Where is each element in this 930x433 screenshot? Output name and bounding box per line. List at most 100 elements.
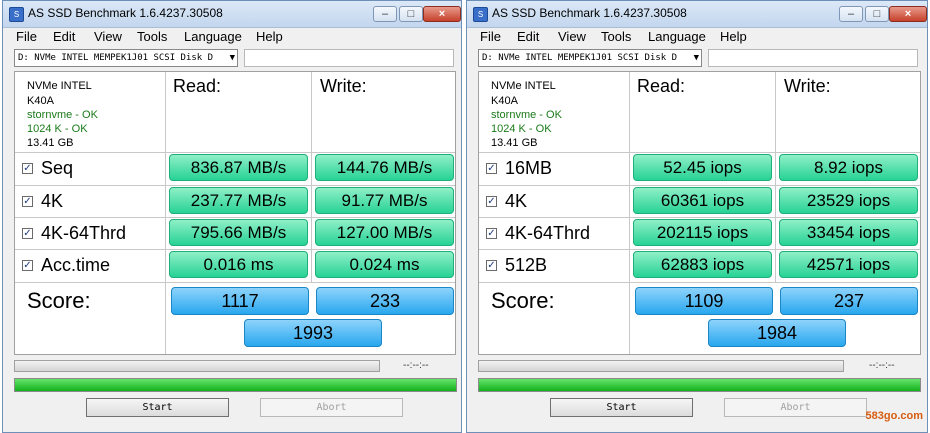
menu-view[interactable]: View	[558, 29, 586, 44]
write-header: Write:	[320, 76, 367, 96]
write-result-16mb: 8.92 iops	[779, 154, 918, 181]
checkmark-icon[interactable]: ✓	[22, 228, 33, 239]
row-label-4k-64thrd: 4K-64Thrd	[505, 223, 591, 243]
read-header: Read:	[637, 76, 686, 96]
watermark: 583go.com	[865, 410, 923, 422]
menu-edit[interactable]: Edit	[53, 29, 75, 44]
write-result-512b: 42571 iops	[779, 251, 918, 278]
write-score: 237	[780, 287, 918, 315]
read-score: 1109	[635, 287, 773, 315]
driver-status: stornvme - OK	[27, 109, 98, 121]
row-label-acc-time: Acc.time	[41, 255, 111, 275]
menu-language[interactable]: Language	[184, 29, 242, 44]
search-field[interactable]	[244, 49, 454, 67]
total-score: 1993	[244, 319, 382, 347]
elapsed-time: --:--:--	[403, 360, 429, 371]
search-field[interactable]	[708, 49, 918, 67]
minimize-icon[interactable]: –	[839, 6, 863, 22]
write-result-4k: 23529 iops	[779, 187, 918, 214]
drive-model: NVMe INTEL	[27, 80, 92, 92]
read-header: Read:	[173, 76, 222, 96]
read-result-4k-64thrd: 202115 iops	[633, 219, 772, 246]
abort-button[interactable]: Abort	[260, 398, 403, 417]
close-icon[interactable]: ×	[889, 6, 927, 22]
read-result-16mb: 52.45 iops	[633, 154, 772, 181]
title-bar[interactable]: S AS SSD Benchmark 1.6.4237.30508 – □ ×	[3, 1, 461, 28]
menu-help[interactable]: Help	[256, 29, 283, 44]
app-icon: S	[473, 7, 488, 22]
alignment-status: 1024 K - OK	[491, 123, 552, 135]
drive-size: 13.41 GB	[491, 137, 538, 149]
row-label-4k: 4K	[41, 191, 64, 211]
chevron-down-icon: ▼	[229, 53, 235, 63]
menu-bar: File Edit View Tools Language Help	[3, 27, 461, 47]
write-result-4k: 91.77 MB/s	[315, 187, 454, 214]
row-label-512b: 512B	[505, 255, 548, 275]
maximize-icon[interactable]: □	[865, 6, 889, 22]
write-result-4k-64thrd: 127.00 MB/s	[315, 219, 454, 246]
progress-bar-total	[478, 378, 921, 392]
drive-select-value: D: NVMe INTEL MEMPEK1J01 SCSI Disk D	[18, 53, 214, 63]
menu-file[interactable]: File	[16, 29, 37, 44]
write-result-acc-time: 0.024 ms	[315, 251, 454, 278]
read-result-512b: 62883 iops	[633, 251, 772, 278]
title-bar[interactable]: S AS SSD Benchmark 1.6.4237.30508 – □ ×	[467, 1, 927, 28]
menu-file[interactable]: File	[480, 29, 501, 44]
close-icon[interactable]: ×	[423, 6, 461, 22]
elapsed-time: --:--:--	[869, 360, 895, 371]
drive-select[interactable]: D: NVMe INTEL MEMPEK1J01 SCSI Disk D ▼	[478, 49, 702, 67]
write-header: Write:	[784, 76, 831, 96]
checkmark-icon[interactable]: ✓	[486, 260, 497, 271]
driver-status: stornvme - OK	[491, 109, 562, 121]
checkmark-icon[interactable]: ✓	[486, 228, 497, 239]
read-result-seq: 836.87 MB/s	[169, 154, 308, 181]
progress-bar-total	[14, 378, 457, 392]
checkmark-icon[interactable]: ✓	[22, 196, 33, 207]
drive-size: 13.41 GB	[27, 137, 74, 149]
drive-firmware: K40A	[27, 95, 54, 107]
total-score: 1984	[708, 319, 846, 347]
row-label-4k-64thrd: 4K-64Thrd	[41, 223, 127, 243]
write-result-4k-64thrd: 33454 iops	[779, 219, 918, 246]
menu-view[interactable]: View	[94, 29, 122, 44]
drive-firmware: K40A	[491, 95, 518, 107]
benchmark-window-iops: S AS SSD Benchmark 1.6.4237.30508 – □ × …	[466, 0, 928, 433]
minimize-icon[interactable]: –	[373, 6, 397, 22]
window-title: AS SSD Benchmark 1.6.4237.30508	[28, 6, 223, 20]
score-label: Score:	[27, 288, 91, 313]
menu-edit[interactable]: Edit	[517, 29, 539, 44]
window-title: AS SSD Benchmark 1.6.4237.30508	[492, 6, 687, 20]
read-result-acc-time: 0.016 ms	[169, 251, 308, 278]
app-icon: S	[9, 7, 24, 22]
write-result-seq: 144.76 MB/s	[315, 154, 454, 181]
checkmark-icon[interactable]: ✓	[486, 196, 497, 207]
read-result-4k: 60361 iops	[633, 187, 772, 214]
read-result-4k: 237.77 MB/s	[169, 187, 308, 214]
drive-model: NVMe INTEL	[491, 80, 556, 92]
row-label-seq: Seq	[41, 158, 74, 178]
menu-tools[interactable]: Tools	[137, 29, 167, 44]
progress-bar-test	[478, 360, 844, 372]
drive-select[interactable]: D: NVMe INTEL MEMPEK1J01 SCSI Disk D ▼	[14, 49, 238, 67]
results-panel: NVMe INTEL K40A stornvme - OK 1024 K - O…	[478, 71, 921, 355]
maximize-icon[interactable]: □	[399, 6, 423, 22]
chevron-down-icon: ▼	[693, 53, 699, 63]
menu-language[interactable]: Language	[648, 29, 706, 44]
drive-select-value: D: NVMe INTEL MEMPEK1J01 SCSI Disk D	[482, 53, 678, 63]
row-label-4k: 4K	[505, 191, 528, 211]
abort-button[interactable]: Abort	[724, 398, 867, 417]
checkmark-icon[interactable]: ✓	[22, 163, 33, 174]
checkmark-icon[interactable]: ✓	[486, 163, 497, 174]
menu-tools[interactable]: Tools	[601, 29, 631, 44]
benchmark-window-mbs: S AS SSD Benchmark 1.6.4237.30508 – □ × …	[2, 0, 462, 433]
checkmark-icon[interactable]: ✓	[22, 260, 33, 271]
menu-help[interactable]: Help	[720, 29, 747, 44]
read-result-4k-64thrd: 795.66 MB/s	[169, 219, 308, 246]
start-button[interactable]: Start	[550, 398, 693, 417]
results-panel: NVMe INTEL K40A stornvme - OK 1024 K - O…	[14, 71, 456, 355]
menu-bar: File Edit View Tools Language Help	[467, 27, 927, 47]
start-button[interactable]: Start	[86, 398, 229, 417]
read-score: 1117	[171, 287, 309, 315]
score-label: Score:	[491, 288, 555, 313]
write-score: 233	[316, 287, 454, 315]
